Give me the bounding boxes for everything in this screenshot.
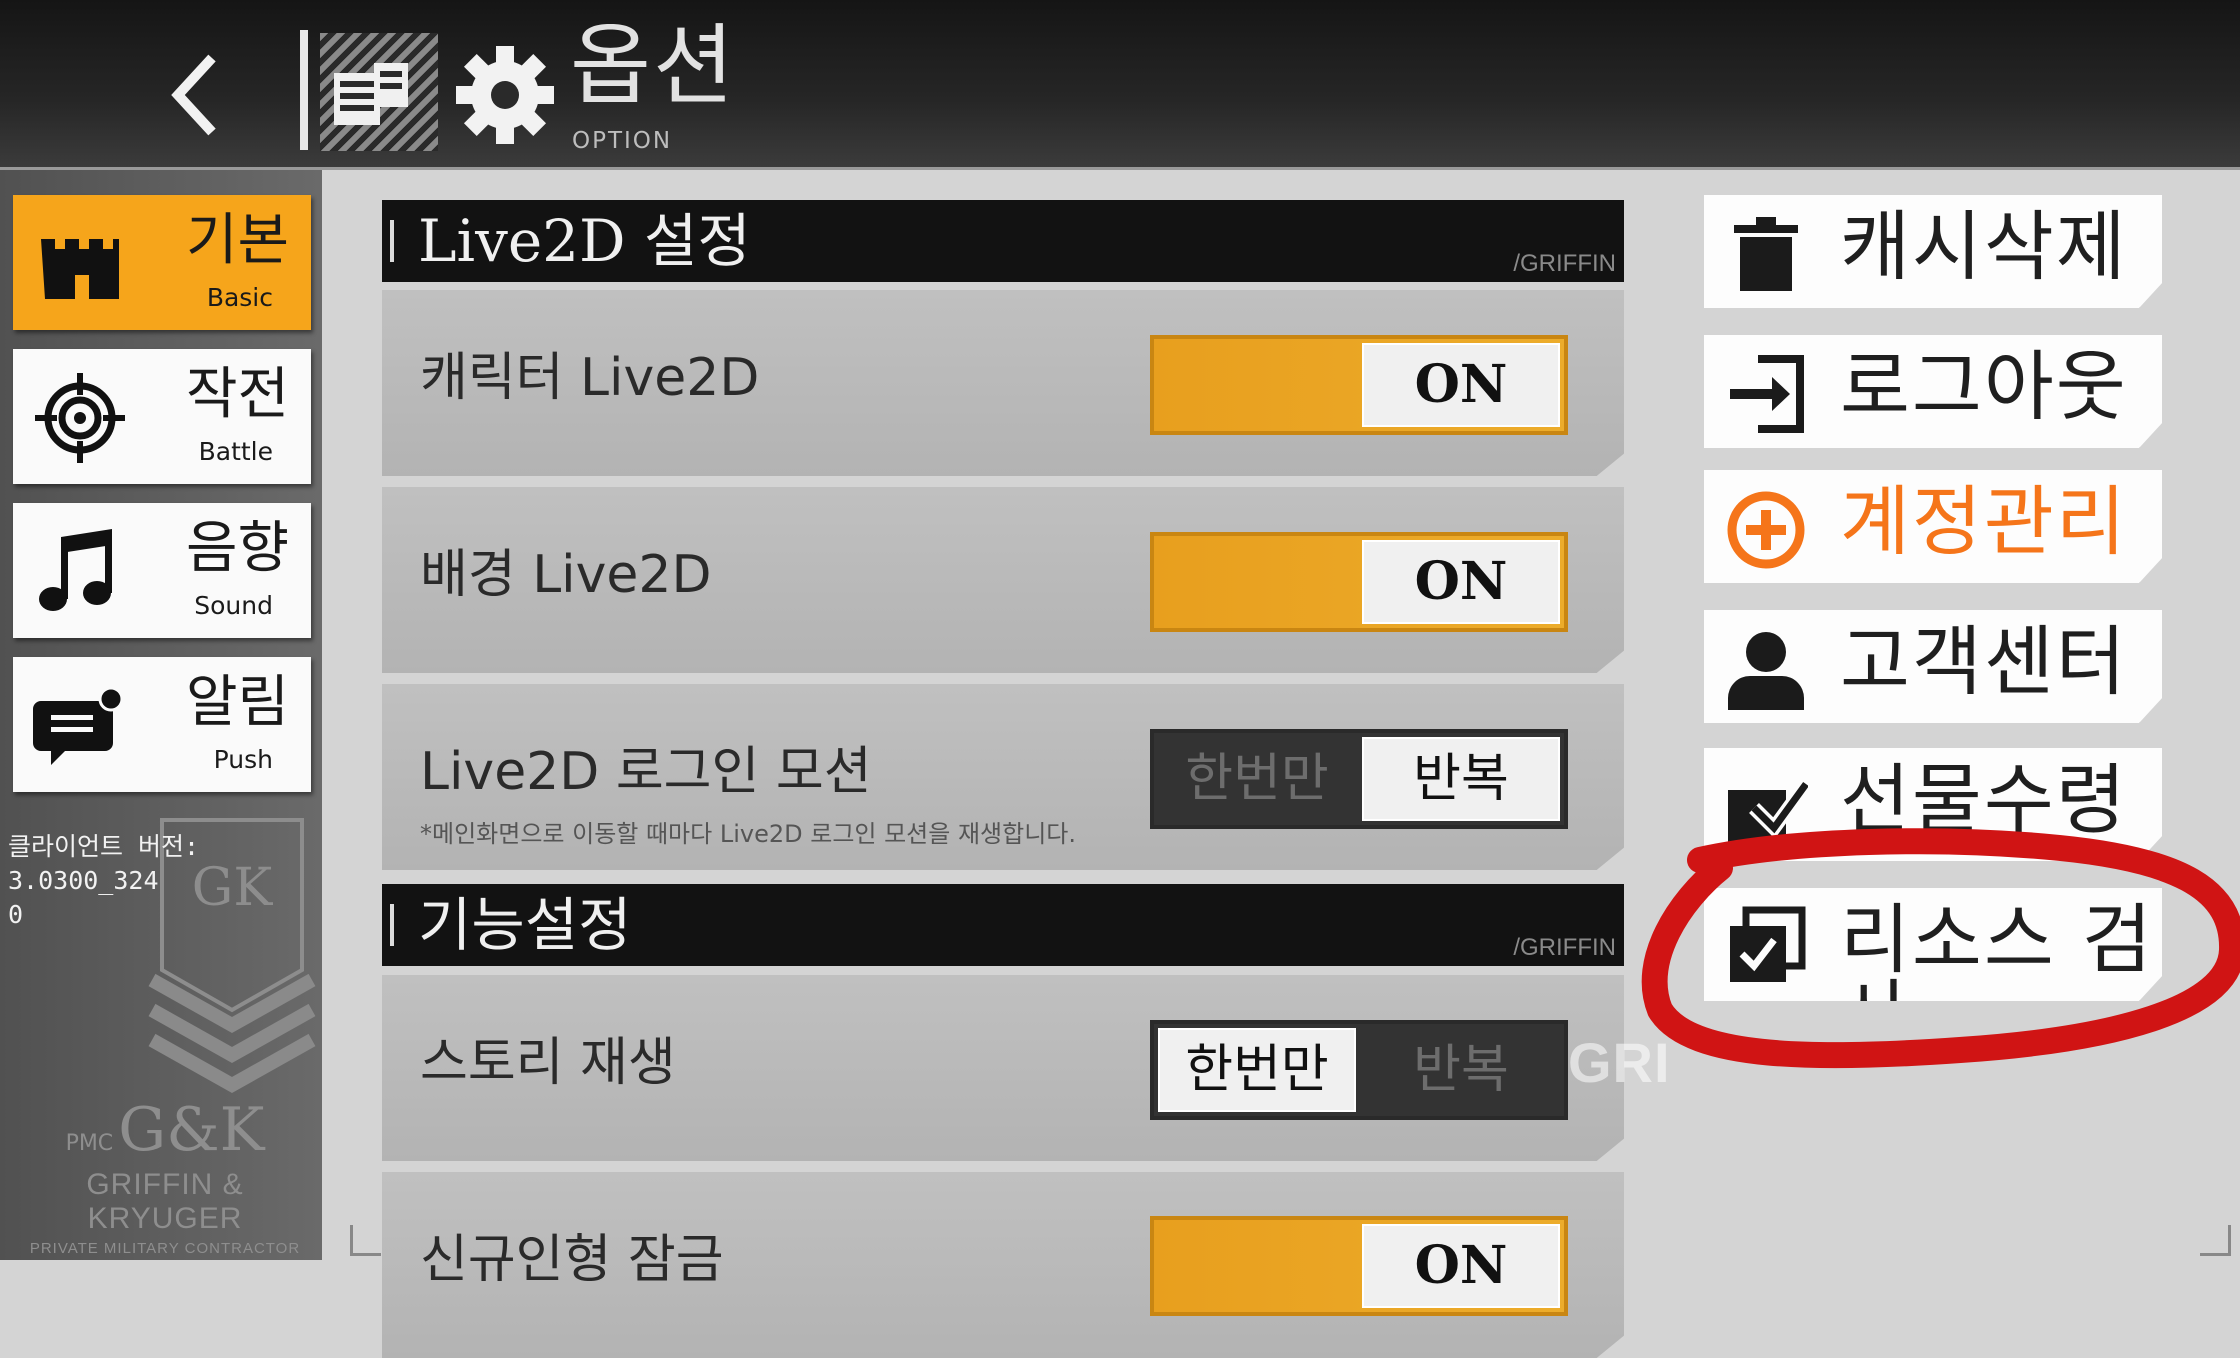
client-version: 클라이언트 버전: 3.0300_324 0 [8,830,288,932]
option-repeat[interactable]: 반복 [1362,1028,1560,1112]
brand-subtitle: PRIVATE MILITARY CONTRACTOR [29,1240,301,1257]
account-management-button[interactable]: 계정관리 [1704,470,2162,583]
setting-label: 스토리 재생 [420,1033,676,1093]
setting-row-new-doll-lock: 신규인형 잠금 ON [382,1172,1624,1358]
button-label: 로그아웃 [1840,342,2128,431]
tab-label-en: Sound [194,591,273,620]
checklist-icon [1730,906,1806,982]
version-label-text: 클라이언트 버전: [8,832,200,861]
sidebar-tab-sound[interactable]: 음향 Sound [13,503,311,638]
setting-label: Live2D 로그인 모션 [420,742,872,802]
version-value: 3.0300_324 [8,866,159,895]
tab-label-en: Basic [206,283,273,312]
corner-mark [2200,1225,2231,1256]
person-icon [1728,632,1804,710]
gift-check-icon [1728,779,1808,844]
switch-state: ON [1362,540,1560,624]
sidebar-tab-battle[interactable]: 작전 Battle [13,349,311,484]
section-header-function: 기능설정 /GRIFFIN [382,884,1624,966]
switch-state: ON [1362,343,1560,427]
tab-label-en: Push [213,745,273,774]
login-motion-segmented: 한번만 반복 [1150,729,1568,829]
brand-name: GRIFFIN & KRYUGER [86,1168,244,1235]
setting-row-login-motion: Live2D 로그인 모션 *메인화면으로 이동할 때마다 Live2D 로그인… [382,684,1624,870]
sidebar-tab-basic[interactable]: 기본 Basic [13,195,311,330]
logout-button[interactable]: 로그아웃 [1704,335,2162,448]
ghost-watermark-text: GRI [1568,1031,1671,1094]
character-live2d-switch[interactable]: ON [1150,335,1568,435]
tab-label-ko: 기본 [185,208,289,273]
section-title: Live2D 설정 [418,207,751,275]
crosshair-icon [35,373,125,463]
setting-note: *메인화면으로 이동할 때마다 Live2D 로그인 모션을 재생합니다. [420,820,1076,848]
button-label: 고객센터 [1840,617,2128,706]
sidebar-tab-push[interactable]: 알림 Push [13,657,311,792]
tab-label-ko: 알림 [185,670,289,735]
section-bar [390,220,394,262]
setting-row-story-playback: 스토리 재생 한번만 반복 [382,975,1624,1161]
chat-bubble-icon [33,686,124,765]
brand-prefix: PMC [65,1131,114,1156]
option-once[interactable]: 한번만 [1158,737,1356,821]
section-tag: /GRIFFIN [1513,934,1616,961]
plus-circle-icon [1727,491,1805,569]
brand-gk: G&K [118,1095,265,1165]
option-once[interactable]: 한번만 [1158,1028,1356,1112]
clear-cache-button[interactable]: 캐시삭제 [1704,195,2162,308]
gear-icon [450,40,560,150]
button-label: 계정관리 [1840,477,2128,566]
section-tag: /GRIFFIN [1513,250,1616,277]
tab-label-en: Battle [198,437,273,466]
setting-row-background-live2d: 배경 Live2D ON [382,487,1624,673]
page-subtitle: OPTION [572,128,673,154]
logout-icon [1730,355,1804,433]
brand-mark: PMC G&K [10,1100,320,1160]
receive-gift-button[interactable]: 선물수령 [1704,748,2162,861]
button-label: 선물수령 [1840,755,2128,844]
switch-state: ON [1362,1224,1560,1308]
tab-label-ko: 작전 [185,362,289,427]
setting-label: 배경 Live2D [420,545,712,605]
castle-icon [41,239,119,299]
option-repeat[interactable]: 반복 [1362,737,1560,821]
setting-label: 캐릭터 Live2D [420,348,760,408]
chevron-left-icon [171,54,216,136]
back-button[interactable] [150,40,260,150]
dossier-emblem-icon [320,33,438,151]
title-divider [300,30,308,150]
brand-logo: PMC G&K GRIFFIN & KRYUGER PRIVATE MILITA… [10,1100,320,1257]
section-header-live2d: Live2D 설정 /GRIFFIN [382,200,1624,282]
background-live2d-switch[interactable]: ON [1150,532,1568,632]
story-playback-segmented: 한번만 반복 [1150,1020,1568,1120]
top-bar: 옵션 OPTION [0,0,2240,170]
music-note-icon [39,529,112,611]
setting-row-character-live2d: 캐릭터 Live2D ON [382,290,1624,476]
button-label: 리소스 검사 [1840,895,2154,1060]
sidebar: 기본 Basic 작전 Battle 음향 Sound 알림 Push GK 클… [0,170,322,1260]
section-bar [390,904,394,946]
button-label: 캐시삭제 [1840,202,2128,291]
customer-center-button[interactable]: 고객센터 [1704,610,2162,723]
section-title: 기능설정 [418,891,632,959]
tab-label-ko: 음향 [185,516,289,581]
resource-check-button[interactable]: 리소스 검사 [1704,888,2162,1001]
corner-mark [350,1225,381,1256]
version-extra: 0 [8,900,24,929]
page-title: 옵션 [570,14,736,117]
setting-label: 신규인형 잠금 [420,1230,724,1290]
new-doll-lock-switch[interactable]: ON [1150,1216,1568,1316]
trash-icon [1734,217,1798,291]
